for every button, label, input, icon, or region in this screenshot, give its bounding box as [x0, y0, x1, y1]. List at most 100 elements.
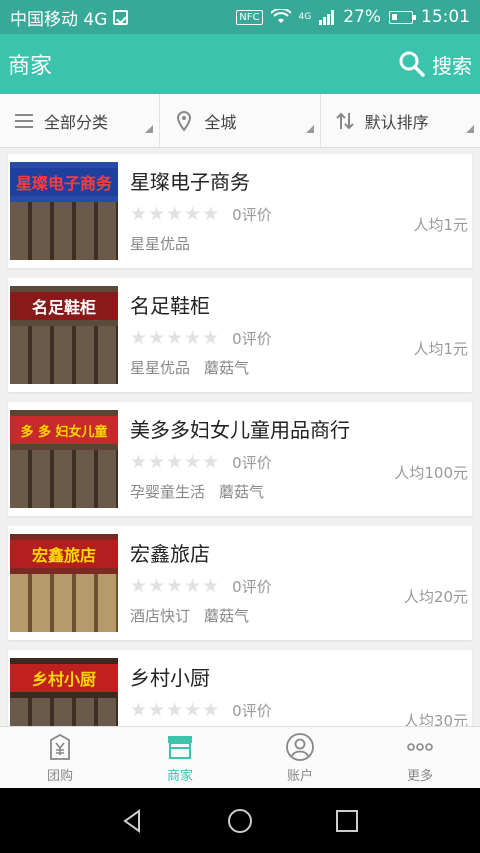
filter-bar: 全部分类 全城 默认排序 [0, 94, 480, 148]
bottom-tab-bar: 团购 商家 账户 更多 [0, 726, 480, 788]
storefront-facade [10, 574, 118, 632]
filter-area-label: 全城 [204, 112, 237, 132]
tab-more[interactable]: 更多 [360, 727, 480, 788]
menu-icon [15, 113, 33, 128]
merchant-tags: 星星优品 [130, 233, 468, 254]
merchant-tags: 星星优品 蘑菇气 [130, 357, 468, 378]
merchant-tag: 孕婴童生活 [130, 483, 206, 501]
merchant-info: 乡村小厨 ★★★★★ 0评价 人均30元 [118, 658, 468, 726]
merchant-name: 宏鑫旅店 [130, 542, 210, 566]
average-price: 人均1元 [413, 216, 468, 234]
filter-sort-label: 默认排序 [364, 112, 429, 132]
carrier-text: 中国移动 4G [10, 9, 108, 30]
back-icon[interactable] [119, 807, 147, 835]
review-count: 0评价 [232, 701, 272, 720]
merchant-card[interactable]: 星璨电子商务 星璨电子商务 ★★★★★ 0评价 人均1元 星星优品 [8, 154, 472, 268]
system-nav-bar [0, 788, 480, 853]
merchant-card[interactable]: 多 多 妇女儿童 美多多妇女儿童用品商行 ★★★★★ 0评价 人均100元 孕婴… [8, 402, 472, 516]
storefront-sign: 宏鑫旅店 [10, 540, 118, 568]
sort-icon [335, 112, 354, 129]
merchant-name: 星璨电子商务 [130, 170, 250, 194]
star-rating-icon: ★★★★★ [130, 699, 221, 721]
location-icon [177, 110, 192, 131]
dropdown-indicator-icon [305, 125, 314, 133]
star-rating-icon: ★★★★★ [130, 575, 221, 597]
merchant-thumbnail: 多 多 妇女儿童 [10, 410, 118, 508]
review-count: 0评价 [232, 329, 272, 348]
tab-label: 商家 [166, 768, 193, 784]
merchant-name: 名足鞋柜 [130, 294, 210, 318]
filter-area[interactable]: 全城 [160, 94, 321, 147]
more-icon [407, 742, 433, 751]
merchant-thumbnail: 宏鑫旅店 [10, 534, 118, 632]
tab-groupbuy[interactable]: 团购 [0, 727, 120, 788]
average-price: 人均20元 [403, 588, 468, 606]
merchant-card[interactable]: 乡村小厨 乡村小厨 ★★★★★ 0评价 人均30元 [8, 650, 472, 726]
dropdown-indicator-icon [465, 125, 474, 133]
storefront-facade [10, 202, 118, 260]
network-label: 4G [298, 11, 312, 22]
filter-category[interactable]: 全部分类 [0, 94, 161, 147]
storefront-sign: 多 多 妇女儿童 [10, 416, 118, 444]
search-icon [399, 51, 425, 77]
merchant-tag: 酒店快订 [130, 607, 191, 625]
nfc-icon: NFC [236, 9, 263, 25]
star-rating-icon: ★★★★★ [130, 451, 221, 473]
app-header: 商家 搜索 [0, 34, 480, 94]
tab-label: 团购 [46, 768, 73, 784]
wifi-icon [270, 9, 291, 23]
status-bar: 中国移动 4G NFC 4G 27% 15:01 [0, 0, 480, 34]
status-left: 中国移动 4G [10, 5, 236, 30]
merchant-thumbnail: 乡村小厨 [10, 658, 118, 726]
merchant-info: 美多多妇女儿童用品商行 ★★★★★ 0评价 人均100元 孕婴童生活 蘑菇气 [118, 410, 468, 508]
filter-sort[interactable]: 默认排序 [321, 94, 480, 147]
review-count: 0评价 [232, 453, 272, 472]
signal-icon [319, 10, 335, 25]
merchant-list: 星璨电子商务 星璨电子商务 ★★★★★ 0评价 人均1元 星星优品 名足鞋柜 名… [0, 148, 480, 726]
merchant-tag: 蘑菇气 [219, 483, 265, 501]
merchant-card[interactable]: 名足鞋柜 名足鞋柜 ★★★★★ 0评价 人均1元 星星优品 蘑菇气 [8, 278, 472, 392]
storefront-facade [10, 698, 118, 726]
dropdown-indicator-icon [145, 125, 154, 133]
merchant-tag: 蘑菇气 [204, 607, 250, 625]
search-button[interactable]: 搜索 [398, 50, 472, 79]
storefront-facade [10, 326, 118, 384]
battery-percent: 27% [343, 7, 381, 27]
store-icon [168, 735, 192, 759]
storefront-sign: 名足鞋柜 [10, 292, 118, 320]
merchant-tag: 星星优品 [130, 359, 191, 377]
clock: 15:01 [421, 7, 470, 27]
star-rating-icon: ★★★★★ [130, 203, 221, 225]
search-label: 搜索 [432, 53, 472, 78]
merchant-info: 星璨电子商务 ★★★★★ 0评价 人均1元 星星优品 [118, 162, 468, 260]
merchant-name: 乡村小厨 [130, 666, 210, 690]
filter-category-label: 全部分类 [44, 112, 109, 132]
storefront-facade [10, 450, 118, 508]
merchant-thumbnail: 名足鞋柜 [10, 286, 118, 384]
merchant-thumbnail: 星璨电子商务 [10, 162, 118, 260]
review-count: 0评价 [232, 205, 272, 224]
merchant-info: 宏鑫旅店 ★★★★★ 0评价 人均20元 酒店快订 蘑菇气 [118, 534, 468, 632]
average-price: 人均30元 [403, 712, 468, 726]
merchant-tag: 星星优品 [130, 235, 191, 253]
page-title: 商家 [8, 54, 53, 79]
status-right: NFC 4G 27% 15:01 [236, 7, 470, 27]
tab-label: 更多 [406, 768, 433, 784]
merchant-name: 美多多妇女儿童用品商行 [130, 418, 350, 442]
battery-icon [389, 10, 416, 24]
average-price: 人均100元 [394, 464, 468, 482]
tab-account[interactable]: 账户 [240, 727, 360, 788]
storefront-sign: 乡村小厨 [10, 664, 118, 692]
yen-bag-icon [50, 733, 70, 760]
home-icon[interactable] [226, 807, 254, 835]
review-count: 0评价 [232, 577, 272, 596]
merchant-info: 名足鞋柜 ★★★★★ 0评价 人均1元 星星优品 蘑菇气 [118, 286, 468, 384]
recents-icon[interactable] [333, 807, 361, 835]
tab-merchants[interactable]: 商家 [120, 727, 240, 788]
merchant-tags: 酒店快订 蘑菇气 [130, 605, 468, 626]
star-rating-icon: ★★★★★ [130, 327, 221, 349]
tab-label: 账户 [286, 768, 313, 784]
merchant-card[interactable]: 宏鑫旅店 宏鑫旅店 ★★★★★ 0评价 人均20元 酒店快订 蘑菇气 [8, 526, 472, 640]
storefront-sign: 星璨电子商务 [10, 168, 118, 196]
merchant-tag: 蘑菇气 [204, 359, 250, 377]
